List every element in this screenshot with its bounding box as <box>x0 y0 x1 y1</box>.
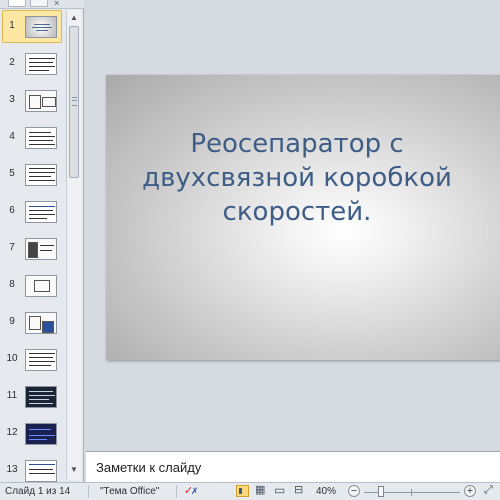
slide-canvas[interactable]: Реосепаратор с двухсвязной коробкой скор… <box>106 75 500 360</box>
slide-number: 4 <box>9 131 15 142</box>
thumbnail-image <box>25 349 57 371</box>
thumbnail-image <box>25 90 57 112</box>
thumbnail-2[interactable]: 2 <box>0 47 66 81</box>
slide-counter: Слайд 1 из 14 <box>5 486 71 497</box>
slide-number: 8 <box>9 279 15 290</box>
thumbnail-10[interactable]: 10 <box>0 343 66 377</box>
slide-number: 10 <box>6 353 18 364</box>
slide-number: 9 <box>9 316 15 327</box>
zoom-in-button[interactable]: + <box>464 485 476 497</box>
divider <box>176 485 177 498</box>
notes-pane[interactable]: Заметки к слайду <box>86 451 500 482</box>
divider <box>88 485 89 498</box>
close-pane-icon[interactable] <box>52 0 64 7</box>
slide-number: 12 <box>6 427 18 438</box>
thumbnail-image <box>25 201 57 223</box>
scrollbar-thumb[interactable] <box>69 26 79 178</box>
slide-editing-area: Реосепаратор с двухсвязной коробкой скор… <box>86 0 500 450</box>
thumbnail-image <box>25 275 57 297</box>
tab-outline[interactable] <box>30 0 48 7</box>
thumbnail-7[interactable]: 7 <box>0 232 66 266</box>
scroll-up-icon[interactable]: ▲ <box>68 12 80 24</box>
thumbnail-12[interactable]: 12 <box>0 417 66 451</box>
grip-icon <box>72 97 77 106</box>
normal-view-icon[interactable] <box>236 485 249 497</box>
thumbnail-scrollbar[interactable]: ▲ ▼ <box>66 10 81 480</box>
slideshow-icon[interactable] <box>294 485 307 497</box>
notes-placeholder[interactable]: Заметки к слайду <box>96 460 201 475</box>
spellcheck-icon[interactable] <box>184 484 200 497</box>
zoom-slider-midmark <box>411 489 412 496</box>
slide-number: 1 <box>9 20 15 31</box>
thumbnail-3[interactable]: 3 <box>0 84 66 118</box>
slide-number: 6 <box>9 205 15 216</box>
thumbnail-11[interactable]: 11 <box>0 380 66 414</box>
fit-to-window-icon[interactable] <box>484 485 497 497</box>
thumbnail-image <box>25 127 57 149</box>
slide-number: 11 <box>6 390 18 401</box>
status-bar: Слайд 1 из 14 "Тема Office" 40% − + <box>0 482 500 500</box>
reading-view-icon[interactable] <box>274 485 287 497</box>
slide-title[interactable]: Реосепаратор с двухсвязной коробкой скор… <box>116 127 478 229</box>
theme-name[interactable]: "Тема Office" <box>100 486 159 497</box>
zoom-slider-handle[interactable] <box>378 486 384 497</box>
zoom-out-button[interactable]: − <box>348 485 360 497</box>
thumbnail-8[interactable]: 8 <box>0 269 66 303</box>
thumbnail-4[interactable]: 4 <box>0 121 66 155</box>
title-line: двухсвязной коробкой <box>142 163 452 193</box>
thumbnail-image <box>25 16 57 38</box>
thumbnail-image <box>25 164 57 186</box>
slides-pane: 1 2 3 4 <box>0 0 84 482</box>
thumbnail-9[interactable]: 9 <box>0 306 66 340</box>
thumbnail-1[interactable]: 1 <box>0 10 66 44</box>
pane-tabs <box>0 0 84 9</box>
tab-slides[interactable] <box>8 0 26 7</box>
scroll-down-icon[interactable]: ▼ <box>68 464 80 476</box>
thumbnail-image <box>25 460 57 482</box>
thumbnail-image <box>25 386 57 408</box>
thumbnail-6[interactable]: 6 <box>0 195 66 229</box>
zoom-level[interactable]: 40% <box>316 486 336 497</box>
thumbnail-image <box>25 312 57 334</box>
title-line: скоростей. <box>222 197 372 227</box>
thumbnail-image <box>25 238 57 260</box>
slide-number: 3 <box>9 94 15 105</box>
thumbnail-5[interactable]: 5 <box>0 158 66 192</box>
slide-number: 7 <box>9 242 15 253</box>
thumbnail-image <box>25 423 57 445</box>
slide-number: 2 <box>9 57 15 68</box>
slide-number: 5 <box>9 168 15 179</box>
thumbnail-image <box>25 53 57 75</box>
slide-number: 13 <box>6 464 18 475</box>
slide-sorter-icon[interactable] <box>255 485 268 497</box>
title-line: Реосепаратор с <box>190 129 404 159</box>
